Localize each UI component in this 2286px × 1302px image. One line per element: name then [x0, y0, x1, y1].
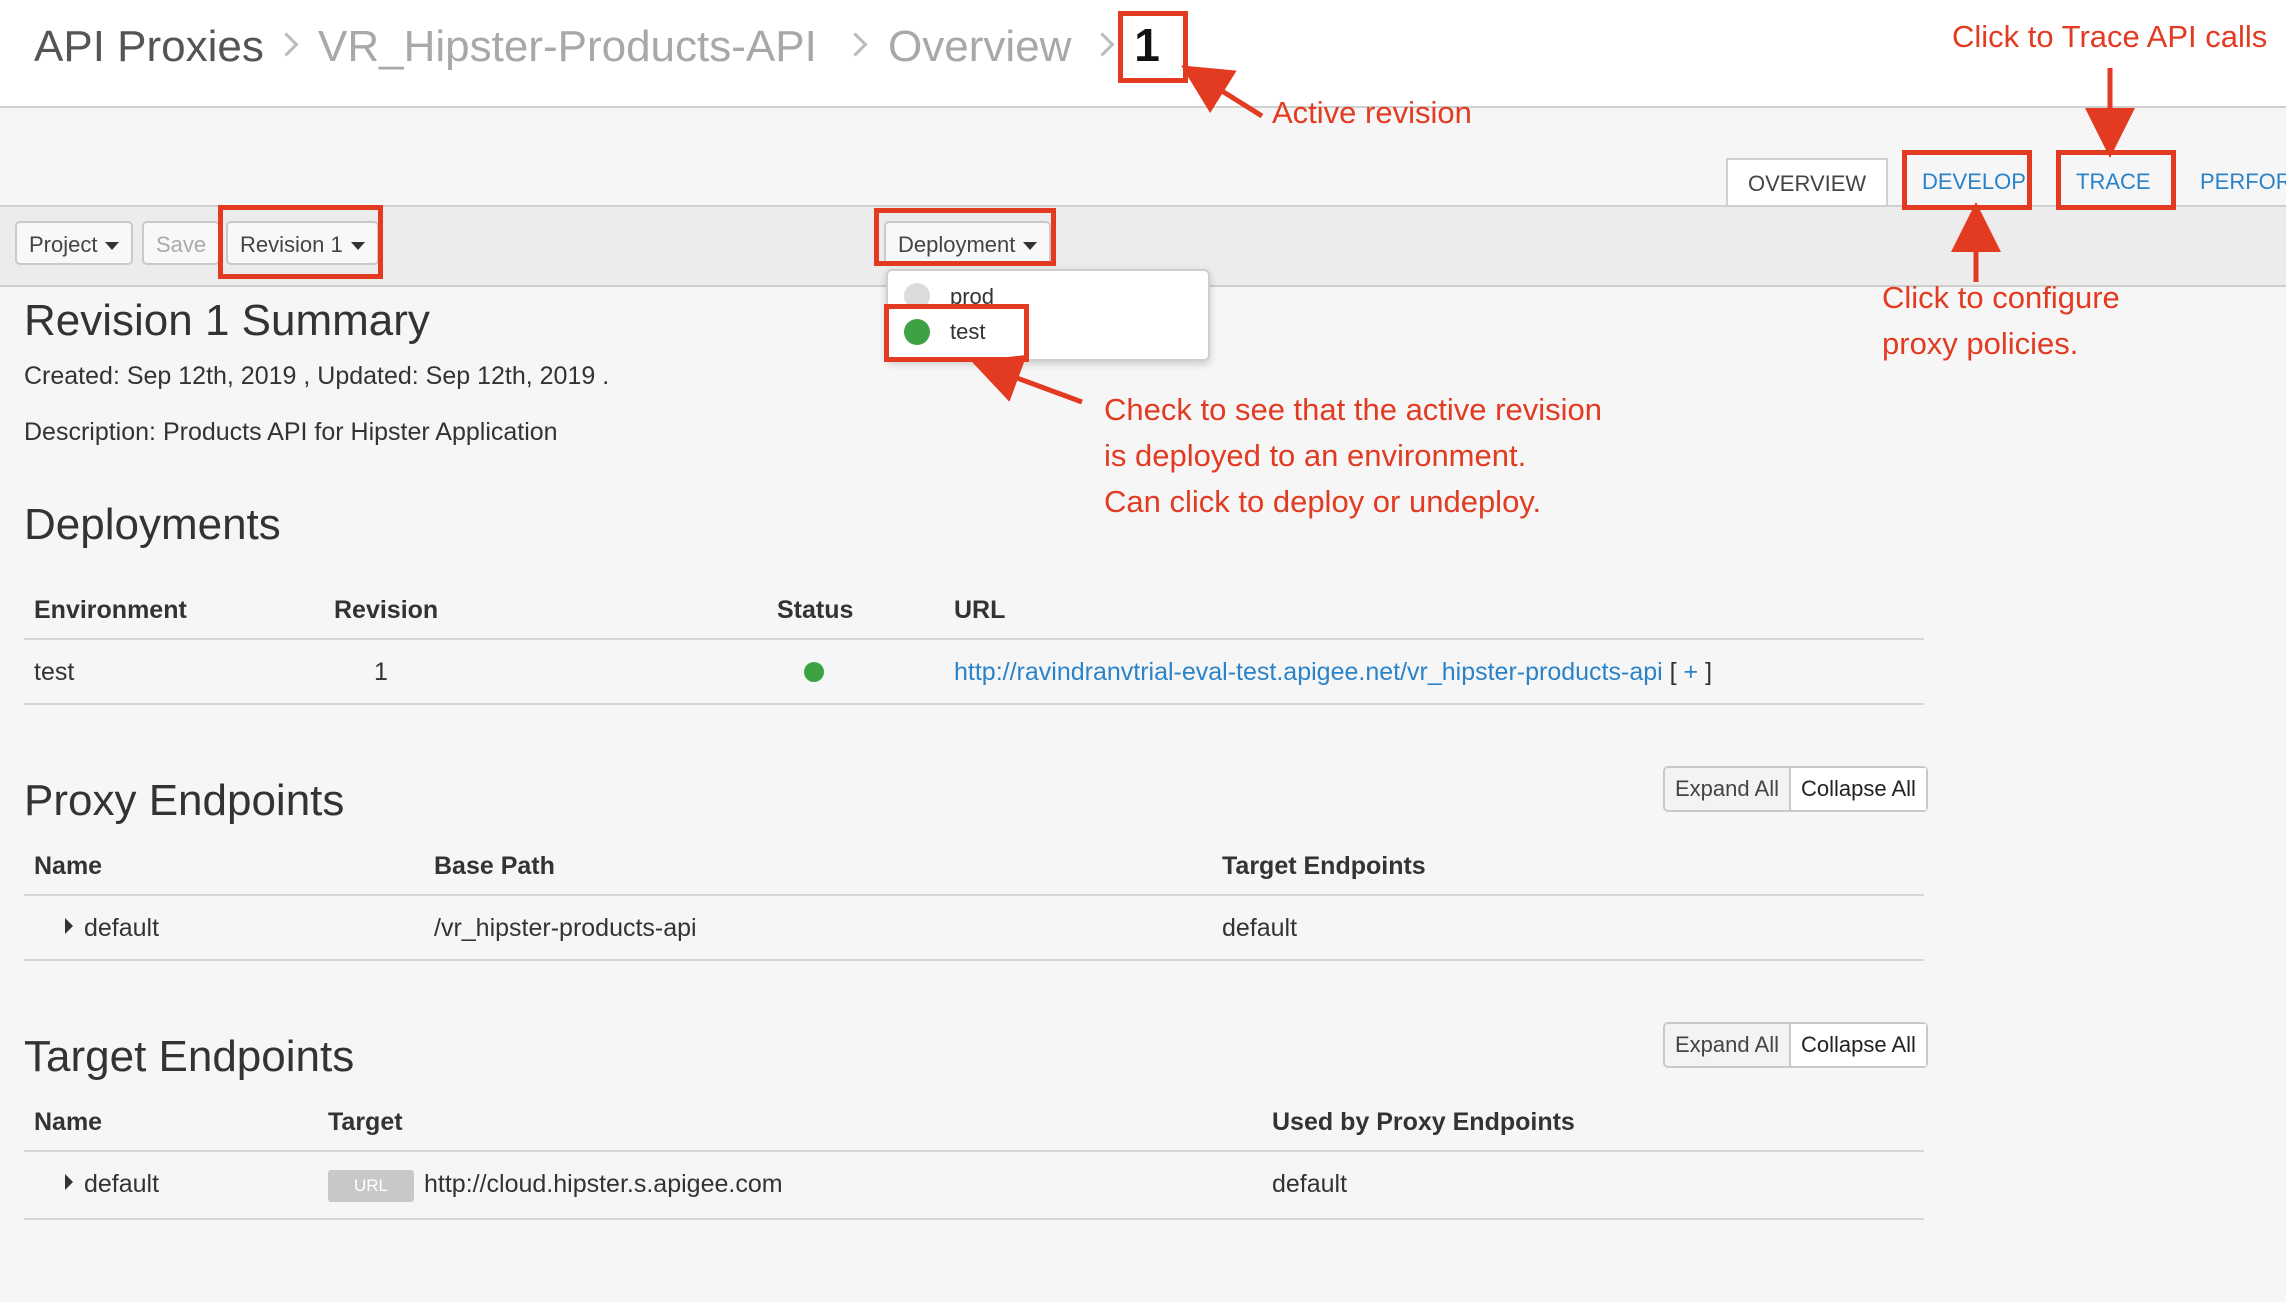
note-active-revision: Active revision — [1272, 95, 1472, 130]
note-deploy-line3: Can click to deploy or undeploy. — [1104, 484, 1542, 519]
note-develop-line1: Click to configure — [1882, 280, 2120, 315]
note-develop-line2: proxy policies. — [1882, 326, 2079, 361]
note-trace: Click to Trace API calls — [1952, 19, 2268, 54]
note-deploy-line1: Check to see that the active revision — [1104, 392, 1602, 427]
note-deploy-line2: is deployed to an environment. — [1104, 438, 1527, 473]
arrow-active-revision — [1181, 65, 1264, 119]
arrow-deployment — [971, 354, 1083, 405]
annotation-arrows — [971, 65, 2135, 405]
